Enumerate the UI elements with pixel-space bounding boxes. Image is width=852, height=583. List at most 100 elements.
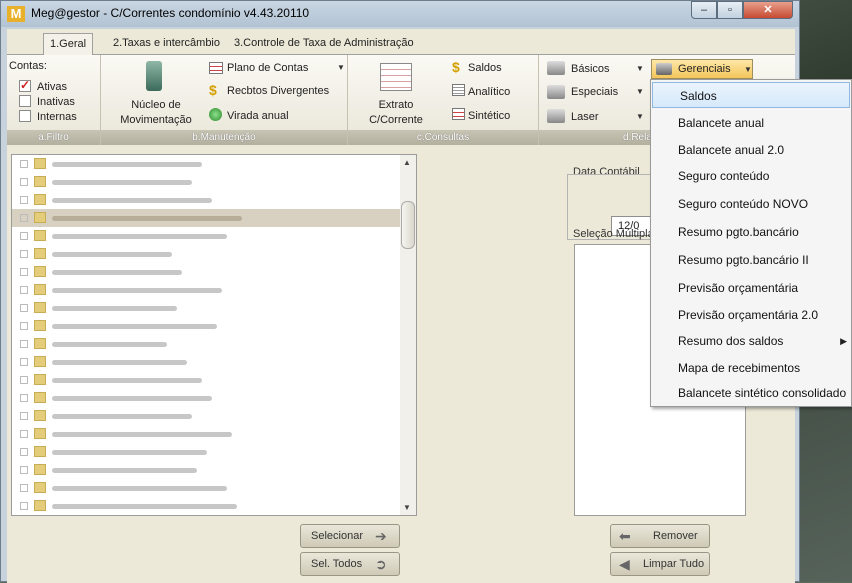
menu-item-seguro-conteudo[interactable]: Seguro conteúdo [651,163,851,189]
minimize-button[interactable]: ‒ [691,1,717,19]
expand-icon[interactable] [20,286,28,294]
expand-icon[interactable] [20,394,28,402]
menu-item-balancete-anual-2[interactable]: Balancete anual 2.0 [651,137,851,163]
limpar-tudo-button[interactable]: ◀ Limpar Tudo [610,552,710,576]
selecionar-button[interactable]: Selecionar ➔ [300,524,400,548]
expand-icon[interactable] [20,160,28,168]
blurred-account-text [52,270,182,275]
analitico-button[interactable]: Analítico [468,86,510,98]
expand-icon[interactable] [20,178,28,186]
dollar-icon: $ [209,82,217,98]
app-logo-icon: M [7,6,25,22]
folder-icon [34,248,46,259]
tree-row[interactable] [12,407,402,425]
title-bar[interactable]: M Meg@gestor - C/Correntes condomínio v4… [1,1,799,27]
basicos-button[interactable]: Básicos [571,63,610,75]
tree-row[interactable] [12,317,402,335]
tree-row[interactable] [12,227,402,245]
tree-row[interactable] [12,353,402,371]
tree-row[interactable] [12,155,402,173]
tree-row[interactable] [12,191,402,209]
checkbox-internas[interactable] [19,110,31,122]
expand-icon[interactable] [20,466,28,474]
tree-row[interactable] [12,479,402,497]
laser-button[interactable]: Laser [571,111,599,123]
menu-item-balancete-sintetico-consolidado[interactable]: Balancete sintético consolidado [651,380,851,406]
tree-row[interactable] [12,173,402,191]
scroll-up-icon[interactable]: ▲ [403,158,411,167]
tree-row[interactable] [12,335,402,353]
tree-row[interactable] [12,263,402,281]
chevron-down-icon[interactable]: ▼ [636,112,644,121]
scroll-thumb[interactable] [401,201,415,249]
tab-controle-taxa[interactable]: 3.Controle de Taxa de Administração [228,33,420,55]
menu-item-seguro-conteudo-novo[interactable]: Seguro conteúdo NOVO [651,191,851,217]
especiais-button[interactable]: Especiais [571,86,618,98]
checkbox-ativas[interactable] [19,78,31,92]
menu-item-resumo-pgto-bancario-2[interactable]: Resumo pgto.bancário II [651,247,851,273]
scroll-down-icon[interactable]: ▼ [403,503,411,512]
remover-button[interactable]: ⬅ Remover [610,524,710,548]
extrato-ccorrente-button[interactable]: Extrato C/Corrente [354,98,438,128]
virada-anual-button[interactable]: Virada anual [227,110,289,122]
tree-row[interactable] [12,245,402,263]
expand-icon[interactable] [20,484,28,492]
expand-icon[interactable] [20,340,28,348]
expand-icon[interactable] [20,358,28,366]
expand-icon[interactable] [20,214,28,222]
expand-icon[interactable] [20,196,28,204]
chevron-down-icon[interactable]: ▼ [337,63,345,72]
expand-icon[interactable] [20,232,28,240]
folder-icon [34,446,46,457]
blurred-account-text [52,378,202,383]
folder-icon [34,356,46,367]
blurred-account-text [52,396,212,401]
menu-item-mapa-recebimentos[interactable]: Mapa de recebimentos [651,355,851,381]
tree-row[interactable] [12,425,402,443]
checkbox-inativas[interactable] [19,95,31,107]
tree-row[interactable] [12,461,402,479]
tree-row[interactable] [12,299,402,317]
expand-icon[interactable] [20,448,28,456]
tab-geral[interactable]: 1.Geral [43,33,94,55]
saldos-button[interactable]: Saldos [468,62,502,74]
menu-item-balancete-anual[interactable]: Balancete anual [651,110,851,136]
expand-icon[interactable] [20,430,28,438]
sel-todos-button[interactable]: Sel. Todos ➲ [300,552,400,576]
tab-taxas[interactable]: 2.Taxas e intercâmbio [107,33,226,55]
nucleo-movimentacao-button[interactable]: Núcleo de Movimentação [111,98,201,128]
menu-item-resumo-dos-saldos[interactable]: Resumo dos saldos ▶ [651,328,851,354]
gerenciais-button[interactable]: Gerenciais ▼ [651,59,753,79]
folder-icon [34,464,46,475]
expand-icon[interactable] [20,412,28,420]
expand-icon[interactable] [20,268,28,276]
tree-row[interactable] [12,497,402,515]
folder-icon [34,374,46,385]
tree-row-selected[interactable] [12,209,402,227]
menu-item-resumo-pgto-bancario[interactable]: Resumo pgto.bancário [651,219,851,245]
plano-contas-button[interactable]: Plano de Contas [227,62,308,74]
folder-icon [34,194,46,205]
menu-item-saldos[interactable]: Saldos [652,82,850,108]
tree-row[interactable] [12,371,402,389]
expand-icon[interactable] [20,250,28,258]
menu-item-previsao-orcamentaria[interactable]: Previsão orçamentária [651,275,851,301]
maximize-button[interactable]: ▫ [717,1,743,19]
expand-icon[interactable] [20,376,28,384]
tree-row[interactable] [12,389,402,407]
gerenciais-label: Gerenciais [678,63,731,75]
expand-icon[interactable] [20,322,28,330]
menu-item-previsao-orcamentaria-2[interactable]: Previsão orçamentária 2.0 [651,302,851,328]
folder-icon [34,176,46,187]
printer-icon [656,63,672,75]
recbtos-divergentes-button[interactable]: Recbtos Divergentes [227,85,329,97]
tree-row[interactable] [12,281,402,299]
expand-icon[interactable] [20,304,28,312]
chevron-down-icon[interactable]: ▼ [636,87,644,96]
tree-row[interactable] [12,443,402,461]
sintetico-button[interactable]: Sintético [468,110,510,122]
vertical-scrollbar[interactable]: ▲ ▼ [400,155,416,515]
chevron-down-icon[interactable]: ▼ [636,64,644,73]
expand-icon[interactable] [20,502,28,510]
close-button[interactable]: ✕ [743,1,793,19]
